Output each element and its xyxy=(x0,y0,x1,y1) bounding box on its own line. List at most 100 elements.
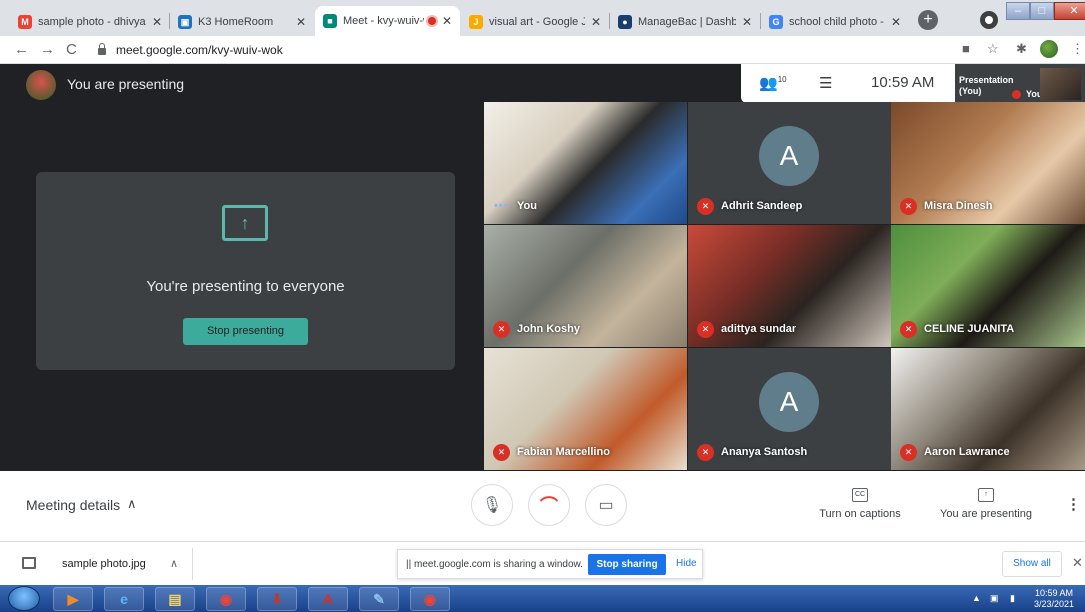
signal-icon[interactable]: ▮ xyxy=(1010,593,1015,604)
mic-icon: 🎙 xyxy=(481,497,503,514)
browser-tab[interactable]: ■ Meet - kvy-wuiv-w ✕ xyxy=(315,6,460,36)
ie-icon[interactable]: e xyxy=(104,587,144,611)
bookmark-star-icon[interactable]: ☆ xyxy=(987,41,999,57)
stop-sharing-button[interactable]: Stop sharing xyxy=(588,554,666,575)
tray-expand-icon[interactable]: ▲ xyxy=(972,593,981,603)
participant-tile[interactable]: ✕ Fabian Marcellino xyxy=(484,348,687,470)
maximize-button[interactable]: □ xyxy=(1030,2,1054,20)
more-options-icon[interactable]: ⋮ xyxy=(1066,495,1081,513)
participant-tile[interactable]: A ✕ Adhrit Sandeep xyxy=(688,102,891,224)
browser-tab[interactable]: Msample photo - dhivya. ✕ xyxy=(10,8,170,36)
participant-initial-avatar: A xyxy=(759,372,819,432)
participant-name: Adhrit Sandeep xyxy=(721,200,803,212)
back-icon[interactable]: ← xyxy=(14,41,29,58)
mic-off-icon: ✕ xyxy=(697,198,714,215)
chrome-icon[interactable]: ◉ xyxy=(410,587,450,611)
forward-icon[interactable]: → xyxy=(40,41,55,58)
participant-tile[interactable]: ✕ Aaron Lawrance xyxy=(891,348,1085,470)
participant-tile[interactable]: ✕ John Koshy xyxy=(484,225,687,347)
people-count: 10 xyxy=(777,75,787,84)
close-tab-icon[interactable]: ✕ xyxy=(742,15,752,29)
participant-tile[interactable]: ✕ Misra Dinesh xyxy=(891,102,1085,224)
download-filename[interactable]: sample photo.jpg xyxy=(62,558,146,570)
tab-separator xyxy=(609,13,610,29)
chrome-icon[interactable]: ◉ xyxy=(206,587,246,611)
paint-icon[interactable]: ✎ xyxy=(359,587,399,611)
participant-name: John Koshy xyxy=(517,323,580,335)
media-player-icon[interactable]: ▶ xyxy=(53,587,93,611)
camera-button[interactable]: ▭ xyxy=(585,484,627,526)
participant-tile[interactable]: ✕ CELINE JUANITA xyxy=(891,225,1085,347)
browser-tab[interactable]: ▣ K3 HomeRoom ✕ xyxy=(170,8,314,36)
hang-up-icon: ⌒ xyxy=(540,496,558,516)
self-video-thumbnail xyxy=(1040,68,1081,100)
present-now-button[interactable]: ↑ You are presenting xyxy=(938,488,1034,520)
participant-tile[interactable]: ✕ adittya sundar xyxy=(688,225,891,347)
participant-name: CELINE JUANITA xyxy=(924,323,1015,335)
acrobat-icon[interactable]: A xyxy=(308,587,348,611)
speaking-indicator-icon: ••• xyxy=(494,200,509,212)
leave-call-button[interactable]: ⌒ xyxy=(528,484,570,526)
show-all-button[interactable]: Show all xyxy=(1002,551,1062,577)
participant-name: You xyxy=(517,200,537,212)
close-tab-icon[interactable]: ✕ xyxy=(442,14,452,28)
present-label: You are presenting xyxy=(940,508,1032,520)
present-icon: ↑ xyxy=(978,488,994,502)
file-explorer-icon[interactable]: ▤ xyxy=(155,587,195,611)
chrome-profile-icon[interactable] xyxy=(980,11,998,29)
participant-initial-avatar: A xyxy=(759,126,819,186)
managebac-icon: ● xyxy=(618,15,632,29)
reload-icon[interactable]: C xyxy=(66,41,77,58)
new-tab-button[interactable]: + xyxy=(918,10,938,30)
chat-icon[interactable]: ☰ xyxy=(819,74,832,92)
browser-tab[interactable]: Jvisual art - Google Jam ✕ xyxy=(461,8,609,36)
mic-off-icon xyxy=(1012,90,1021,99)
close-tab-icon[interactable]: ✕ xyxy=(296,15,306,29)
meeting-details-button[interactable]: Meeting details xyxy=(26,497,120,513)
chrome-menu-icon[interactable]: ⋮ xyxy=(1071,41,1084,57)
close-window-button[interactable]: ✕ xyxy=(1054,2,1085,20)
participant-tile[interactable]: A ✕ Ananya Santosh xyxy=(688,348,891,470)
tab-separator xyxy=(760,13,761,29)
window-controls: – □ ✕ xyxy=(1006,2,1085,20)
close-tab-icon[interactable]: ✕ xyxy=(152,15,162,29)
address-bar[interactable]: meet.google.com/kvy-wuiv-wok xyxy=(94,40,934,60)
profile-avatar[interactable] xyxy=(1040,40,1058,58)
people-icon[interactable]: 👥10 xyxy=(759,74,787,92)
lock-icon xyxy=(98,43,106,55)
system-clock[interactable]: 10:59 AM 3/23/2021 xyxy=(1034,588,1074,610)
chevron-up-icon[interactable]: ∧ xyxy=(127,496,137,512)
close-shelf-icon[interactable]: ✕ xyxy=(1072,555,1083,571)
self-view-mini[interactable]: Presentation (You) You xyxy=(955,64,1085,103)
captions-button[interactable]: CC Turn on captions xyxy=(818,488,902,520)
hide-button[interactable]: Hide xyxy=(676,558,697,569)
microphone-button[interactable]: 🎙 xyxy=(471,484,513,526)
mic-off-icon: ✕ xyxy=(697,444,714,461)
stop-presenting-button[interactable]: Stop presenting xyxy=(183,318,308,345)
tab-title: K3 HomeRoom xyxy=(198,16,274,28)
screen: Msample photo - dhivya. ✕ ▣ K3 HomeRoom ✕ ■ Me… xyxy=(0,0,1085,612)
browser-tab[interactable]: Gschool child photo - Go ✕ xyxy=(761,8,909,36)
windows-taskbar: ▶ e ▤ ◉ ⬇ A ✎ ◉ ▲ ▣ ▮ 10:59 AM 3/23/2021 xyxy=(0,585,1085,612)
tab-title: school child photo - Go xyxy=(789,16,885,28)
downloader-icon[interactable]: ⬇ xyxy=(257,587,297,611)
minimize-button[interactable]: – xyxy=(1006,2,1030,20)
start-button[interactable] xyxy=(8,586,40,611)
tab-title: Meet - kvy-wuiv-w xyxy=(343,15,424,27)
participant-name: Misra Dinesh xyxy=(924,200,993,212)
cast-icon[interactable]: ■ xyxy=(962,41,970,56)
browser-tab[interactable]: ● ManageBac | Dashboar ✕ xyxy=(610,8,760,36)
meet-stage: You are presenting ↑ You're presenting t… xyxy=(0,64,1085,471)
divider xyxy=(192,548,193,580)
extensions-icon[interactable]: ✱ xyxy=(1016,41,1027,57)
close-tab-icon[interactable]: ✕ xyxy=(891,15,901,29)
close-tab-icon[interactable]: ✕ xyxy=(591,15,601,29)
mic-off-icon: ✕ xyxy=(697,321,714,338)
meet-top-controls: 👥10 ☰ 10:59 AM xyxy=(741,64,955,103)
camera-icon: ▭ xyxy=(598,497,614,514)
download-options-icon[interactable]: ∧ xyxy=(170,557,178,570)
tab-title: ManageBac | Dashboar xyxy=(638,16,736,28)
participant-tile[interactable]: ••• You xyxy=(484,102,687,224)
network-icon[interactable]: ▣ xyxy=(990,593,999,604)
google-icon: G xyxy=(769,15,783,29)
